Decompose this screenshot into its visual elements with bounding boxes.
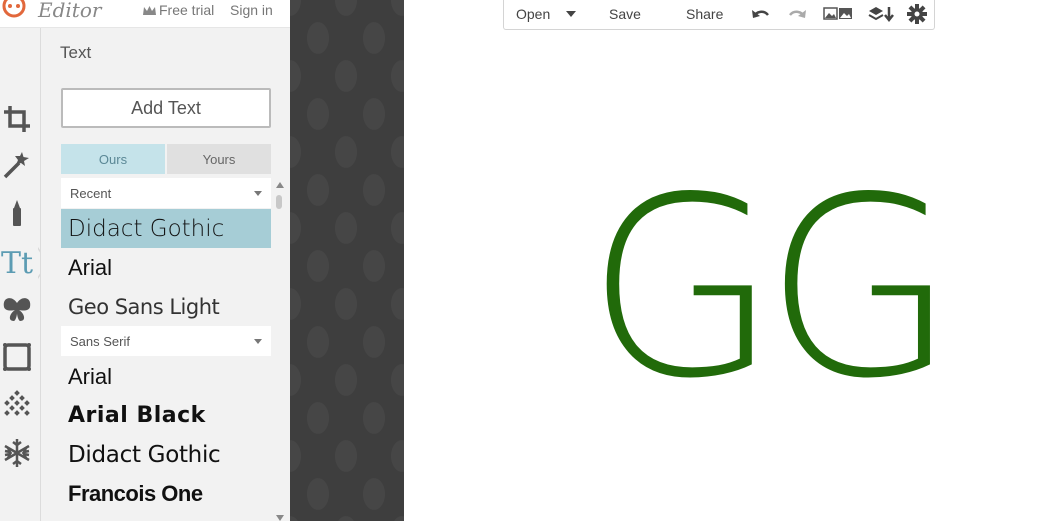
- open-dropdown-chevron-icon[interactable]: [566, 11, 576, 17]
- font-item-arial[interactable]: Arial: [61, 248, 271, 287]
- add-text-button[interactable]: Add Text: [61, 88, 271, 128]
- category-label: Sans Serif: [70, 333, 130, 349]
- textures-tool-button[interactable]: [0, 385, 34, 425]
- themes-tool-button[interactable]: [0, 433, 34, 473]
- text-panel: Text Add Text Ours Yours Recent Didact G…: [40, 28, 290, 521]
- chevron-down-icon: [254, 191, 262, 196]
- canvas-text[interactable]: GG: [586, 165, 956, 413]
- chevron-down-icon: [254, 339, 262, 344]
- font-item-francois-one[interactable]: Francois One: [61, 474, 271, 513]
- touch-up-tool-button[interactable]: [0, 193, 34, 233]
- save-button[interactable]: Save: [609, 6, 641, 22]
- scroll-thumb[interactable]: [276, 195, 282, 209]
- scroll-up-arrow-icon[interactable]: [276, 182, 284, 188]
- overlays-tool-button[interactable]: [0, 290, 34, 330]
- free-trial-link[interactable]: Free trial: [143, 2, 214, 18]
- font-item-didact-gothic[interactable]: Didact Gothic: [61, 209, 271, 248]
- monkey-logo-icon[interactable]: [0, 0, 30, 18]
- crop-icon: [4, 106, 30, 132]
- share-button[interactable]: Share: [686, 6, 723, 22]
- touch-up-icon: [13, 200, 21, 226]
- editor-toolbar: Open Save Share: [503, 0, 935, 30]
- redo-icon[interactable]: [786, 3, 808, 25]
- category-label: Recent: [70, 185, 112, 201]
- crop-tool-button[interactable]: [0, 99, 34, 139]
- panel-title: Text: [60, 43, 92, 62]
- gear-icon[interactable]: [906, 3, 928, 25]
- collage-icon[interactable]: [822, 3, 854, 25]
- frame-icon: [3, 343, 31, 371]
- app-header: Editor Free trial Sign in: [0, 0, 290, 28]
- font-item-didact-gothic[interactable]: Didact Gothic: [61, 435, 271, 474]
- font-item-geo-sans-light[interactable]: Geo Sans Light: [61, 287, 271, 326]
- workspace-background: [290, 0, 404, 521]
- font-list: Recent Didact Gothic Arial Geo Sans Ligh…: [61, 178, 271, 521]
- open-button[interactable]: Open: [516, 6, 550, 22]
- sign-in-link[interactable]: Sign in: [230, 2, 273, 18]
- font-category-recent[interactable]: Recent: [61, 178, 271, 208]
- scroll-down-arrow-icon[interactable]: [276, 515, 284, 521]
- tab-yours[interactable]: Yours: [167, 144, 271, 174]
- canvas-area[interactable]: Open Save Share GG: [404, 0, 1053, 521]
- text-tool-button[interactable]: Tt: [0, 243, 34, 283]
- free-trial-label: Free trial: [159, 2, 215, 18]
- frames-tool-button[interactable]: [0, 337, 34, 377]
- theme-snowflake-icon: [4, 439, 30, 467]
- text-icon: Tt: [0, 245, 34, 281]
- tab-ours[interactable]: Ours: [61, 144, 165, 174]
- effects-tool-button[interactable]: [0, 145, 34, 185]
- undo-icon[interactable]: [750, 3, 772, 25]
- tool-rail: Tt: [0, 28, 40, 521]
- crown-icon: [143, 6, 156, 15]
- app-name: Editor: [38, 0, 102, 22]
- font-source-tabs: Ours Yours: [61, 144, 271, 174]
- font-item-arial[interactable]: Arial: [61, 357, 271, 396]
- magic-wand-icon: [3, 152, 29, 179]
- font-list-scrollbar[interactable]: [274, 182, 284, 521]
- layers-icon[interactable]: [867, 3, 895, 25]
- overlay-butterfly-icon: [3, 298, 31, 321]
- texture-icon: [4, 390, 30, 416]
- font-item-arial-black[interactable]: Arial Black: [61, 396, 271, 435]
- font-category-sans-serif[interactable]: Sans Serif: [61, 326, 271, 356]
